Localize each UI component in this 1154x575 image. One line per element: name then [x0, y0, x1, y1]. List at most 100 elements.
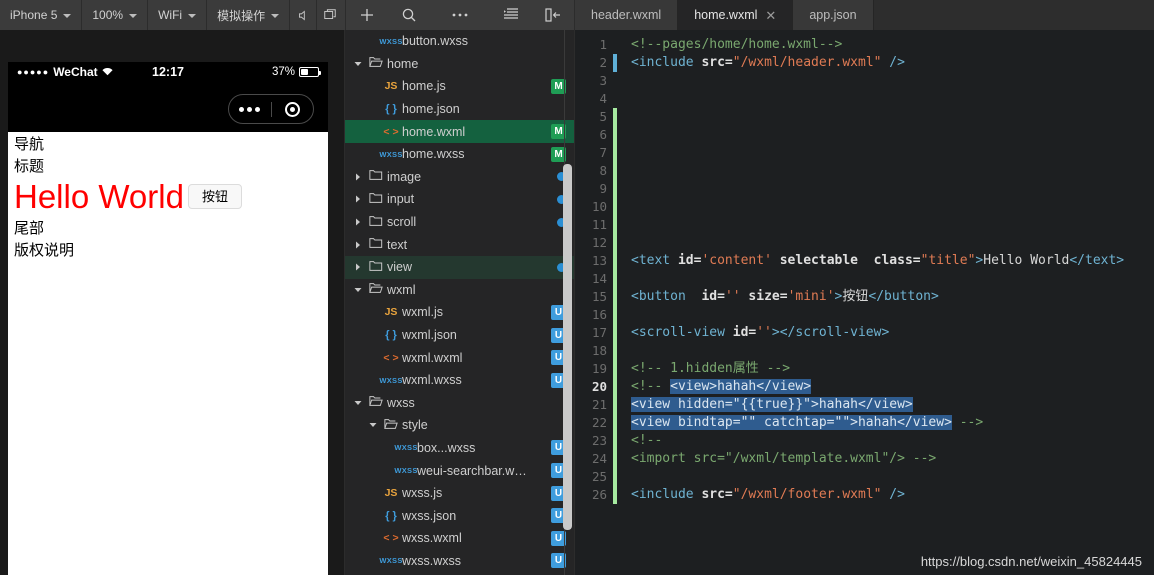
window-mode-button[interactable] [317, 0, 343, 30]
more-options-button[interactable] [430, 0, 490, 30]
chevron-right-icon[interactable] [351, 263, 365, 271]
tree-item-text[interactable]: text [345, 233, 574, 256]
chevron-down-icon[interactable] [351, 286, 365, 294]
outline-button[interactable] [490, 0, 532, 30]
tree-item-box-wxss[interactable]: WXSS box...wxss U [345, 437, 574, 460]
close-icon[interactable]: ✕ [765, 9, 776, 22]
wxss-file-icon: WXSS [394, 443, 418, 453]
tree-item-wxss-json[interactable]: { } wxss.json U [345, 504, 574, 527]
tree-item-wxss-wxss[interactable]: WXSS wxss.wxss U [345, 550, 574, 573]
tree-item-button-wxss[interactable]: WXSS button.wxss [345, 30, 574, 53]
code-token: 'content' [701, 253, 772, 268]
tab-app-json[interactable]: app.json [793, 0, 874, 30]
code-line[interactable]: <view bindtap="" catchtap="">hahah</view… [631, 414, 1154, 432]
file-explorer[interactable]: WXSS button.wxss home JS home.js M{ } home.jso… [345, 30, 575, 575]
code-line[interactable]: <!-- 1.hidden属性 --> [631, 360, 1154, 378]
code-line[interactable] [631, 162, 1154, 180]
code-line[interactable] [631, 234, 1154, 252]
zoom-selector[interactable]: 100% [82, 0, 149, 30]
code-token: src= [701, 55, 733, 70]
more-dots-icon[interactable] [229, 106, 271, 112]
tree-item-wxml-wxml[interactable]: < > wxml.wxml U [345, 346, 574, 369]
tree-item-label: wxss [387, 395, 415, 410]
code-line[interactable]: <include src="/wxml/header.wxml" /> [631, 54, 1154, 72]
code-line[interactable]: <!--pages/home/home.wxml--> [631, 36, 1154, 54]
code-line[interactable]: <text id='content' selectable class="tit… [631, 252, 1154, 270]
code-line[interactable] [631, 270, 1154, 288]
code-line[interactable]: <!-- [631, 432, 1154, 450]
chevron-right-icon[interactable] [351, 173, 365, 181]
code-token: selectable [771, 253, 858, 268]
tree-item-wxss-wxml[interactable]: < > wxss.wxml U [345, 527, 574, 550]
code-line[interactable]: <scroll-view id=''></scroll-view> [631, 324, 1154, 342]
code-line[interactable] [631, 90, 1154, 108]
collapse-panel-button[interactable] [532, 0, 574, 30]
code-editor[interactable]: 1 2 3 4 5 6 7 8 9 10 11 12 13 14 15 16 17 18 19 20 21 22 23 24 2… [575, 30, 1154, 575]
code-token: <import src="/wxml/template.wxml"/> --> [631, 451, 937, 466]
code-line[interactable] [631, 198, 1154, 216]
tree-item-home-json[interactable]: { } home.json [345, 98, 574, 121]
code-line[interactable] [631, 342, 1154, 360]
tree-item-label: wxml.wxss [402, 373, 462, 388]
code-line[interactable] [631, 306, 1154, 324]
tree-item-wxml-json[interactable]: { } wxml.json U [345, 324, 574, 347]
footer-text-line-2: 版权说明 [14, 241, 75, 259]
tree-item-wxml-js[interactable]: JS wxml.js U [345, 301, 574, 324]
tree-item-wxss[interactable]: wxss [345, 392, 574, 415]
tree-item-wxss-js[interactable]: JS wxss.js U [345, 482, 574, 505]
tree-item-view[interactable]: view [345, 255, 574, 279]
tree-item-home-js[interactable]: JS home.js M [345, 75, 574, 98]
simulate-action-selector[interactable]: 模拟操作 [207, 0, 291, 30]
tree-item-wxml-wxss[interactable]: WXSS wxml.wxss U [345, 369, 574, 392]
mini-button[interactable]: 按钮 [187, 184, 242, 210]
tab-header-wxml[interactable]: header.wxml [575, 0, 679, 30]
code-line[interactable] [631, 126, 1154, 144]
code-line[interactable] [631, 108, 1154, 126]
tab-home-wxml[interactable]: home.wxml ✕ [678, 0, 794, 30]
tree-item-image[interactable]: image [345, 166, 574, 189]
code-line[interactable]: <import src="/wxml/template.wxml"/> --> [631, 450, 1154, 468]
line-number: 7 [599, 145, 607, 160]
search-button[interactable] [388, 0, 430, 30]
folder-open-icon [369, 56, 383, 71]
chevron-down-icon[interactable] [351, 399, 365, 407]
tree-item-home[interactable]: home [345, 53, 574, 76]
chevron-right-icon[interactable] [351, 195, 365, 203]
code-line[interactable]: <!-- <view>hahah</view> [631, 378, 1154, 396]
tree-item-wxml[interactable]: wxml [345, 279, 574, 302]
tree-item-home-wxml[interactable]: < > home.wxml M [345, 120, 574, 143]
file-tree-rows: WXSS button.wxss home JS home.js M{ } home.jso… [345, 30, 574, 572]
line-number: 25 [591, 469, 607, 484]
tree-item-scroll[interactable]: scroll [345, 211, 574, 234]
code-line[interactable]: <button id='' size='mini'>按钮</button> [631, 288, 1154, 306]
tree-item-label: wxml.json [402, 328, 457, 343]
code-line[interactable]: <include src="/wxml/footer.wxml" /> [631, 486, 1154, 504]
tree-item-weui-searchbar-w[interactable]: WXSS weui-searchbar.w… U [345, 459, 574, 482]
code-line[interactable] [631, 216, 1154, 234]
code-line[interactable] [631, 72, 1154, 90]
chevron-right-icon[interactable] [351, 241, 365, 249]
wxml-file-icon: < > [383, 351, 399, 364]
tree-item-label: style [402, 418, 428, 433]
code-line[interactable] [631, 468, 1154, 486]
code-line[interactable] [631, 144, 1154, 162]
hello-world-row: Hello World 按钮 [14, 179, 322, 215]
chevron-down-icon[interactable] [366, 421, 380, 429]
tree-item-style[interactable]: style [345, 414, 574, 437]
network-selector[interactable]: WiFi [148, 0, 208, 30]
tree-item-input[interactable]: input [345, 188, 574, 211]
code-content[interactable]: <!--pages/home/home.wxml--> <include src=… [617, 30, 1154, 575]
line-number: 2 [599, 55, 607, 70]
tree-scrollbar-thumb[interactable] [563, 164, 572, 530]
code-line[interactable] [631, 180, 1154, 198]
device-selector[interactable]: iPhone 5 [0, 0, 83, 30]
code-line[interactable]: <view hidden="{{true}}">hahah</view> [631, 396, 1154, 414]
tree-item-home-wxss[interactable]: WXSS home.wxss M [345, 143, 574, 166]
target-icon[interactable] [272, 101, 314, 117]
chevron-right-icon[interactable] [351, 218, 365, 226]
volume-button[interactable] [290, 0, 318, 30]
code-token: <text [631, 253, 678, 268]
chevron-down-icon[interactable] [351, 60, 365, 68]
zoom-selector-label: 100% [92, 8, 124, 22]
add-file-button[interactable] [346, 0, 388, 30]
